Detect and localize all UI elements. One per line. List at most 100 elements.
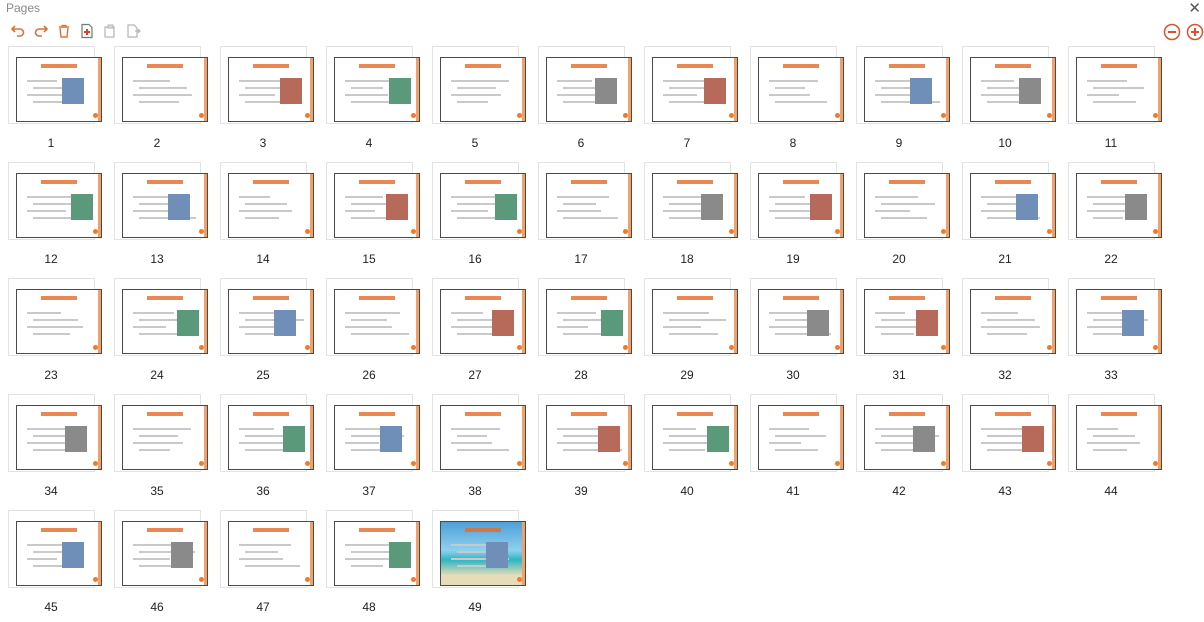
page-thumbnail[interactable]: 32	[959, 278, 1056, 386]
page-thumbnail[interactable]: 1	[5, 46, 102, 154]
page-thumbnail[interactable]: 3	[217, 46, 314, 154]
page-number: 21	[998, 252, 1012, 266]
trash-icon	[59, 24, 69, 38]
page-thumbnail[interactable]: 16	[429, 162, 526, 270]
page-number: 29	[680, 368, 694, 382]
slide-preview	[440, 405, 526, 470]
slide-preview	[334, 173, 420, 238]
page-thumbnail[interactable]: 13	[111, 162, 208, 270]
page-thumbnail[interactable]: 44	[1065, 394, 1162, 502]
slide-preview	[546, 289, 632, 354]
page-thumbnail[interactable]: 19	[747, 162, 844, 270]
page-number: 49	[468, 600, 482, 614]
slide-preview	[1076, 289, 1162, 354]
page-number: 20	[892, 252, 906, 266]
page-number: 18	[680, 252, 694, 266]
page-thumbnail[interactable]: 14	[217, 162, 314, 270]
slide-preview	[16, 57, 102, 122]
page-thumbnail[interactable]: 4	[323, 46, 420, 154]
page-thumbnail[interactable]: 40	[641, 394, 738, 502]
page-number: 47	[256, 600, 270, 614]
slide-preview	[970, 289, 1056, 354]
slide-preview	[758, 289, 844, 354]
page-thumbnail[interactable]: 15	[323, 162, 420, 270]
slide-preview	[228, 173, 314, 238]
zoom-out-icon[interactable]	[1163, 23, 1181, 41]
page-thumbnail[interactable]: 43	[959, 394, 1056, 502]
page-thumbnail[interactable]: 47	[217, 510, 314, 618]
page-number: 32	[998, 368, 1012, 382]
page-thumbnail[interactable]: 17	[535, 162, 632, 270]
page-thumbnail[interactable]: 28	[535, 278, 632, 386]
page-thumbnail[interactable]: 20	[853, 162, 950, 270]
page-thumbnail[interactable]: 42	[853, 394, 950, 502]
page-thumbnail[interactable]: 26	[323, 278, 420, 386]
copy-page-button[interactable]	[101, 22, 119, 40]
page-thumbnail[interactable]: 37	[323, 394, 420, 502]
page-thumbnail[interactable]: 38	[429, 394, 526, 502]
page-thumbnail[interactable]: 24	[111, 278, 208, 386]
insert-page-button[interactable]	[78, 22, 96, 40]
page-number: 1	[47, 136, 55, 150]
slide-preview	[440, 289, 526, 354]
zoom-in-icon[interactable]	[1186, 23, 1204, 41]
page-thumbnail[interactable]: 31	[853, 278, 950, 386]
slide-preview	[652, 405, 738, 470]
slide-preview	[16, 289, 102, 354]
page-thumbnail[interactable]: 39	[535, 394, 632, 502]
page-thumbnail[interactable]: 12	[5, 162, 102, 270]
undo-button[interactable]	[9, 22, 27, 40]
page-number: 3	[259, 136, 267, 150]
page-thumbnail[interactable]: 10	[959, 46, 1056, 154]
page-number: 38	[468, 484, 482, 498]
page-thumbnail[interactable]: 27	[429, 278, 526, 386]
pages-panel-titlebar: Pages ✕	[0, 0, 1204, 17]
page-thumbnail[interactable]: 45	[5, 510, 102, 618]
page-thumbnail[interactable]: 25	[217, 278, 314, 386]
panel-title: Pages	[6, 1, 41, 15]
page-thumbnail[interactable]: 33	[1065, 278, 1162, 386]
slide-preview	[758, 173, 844, 238]
slide-preview	[228, 289, 314, 354]
page-thumbnail[interactable]: 21	[959, 162, 1056, 270]
page-thumbnail[interactable]: 35	[111, 394, 208, 502]
slide-preview	[864, 57, 950, 122]
page-number: 12	[44, 252, 58, 266]
page-number: 45	[44, 600, 58, 614]
page-thumbnail[interactable]: 34	[5, 394, 102, 502]
paste-page-button[interactable]	[124, 22, 142, 40]
page-thumbnail[interactable]: 29	[641, 278, 738, 386]
slide-preview	[440, 173, 526, 238]
page-thumbnail[interactable]: 6	[535, 46, 632, 154]
page-thumbnail[interactable]: 49	[429, 510, 526, 618]
page-thumbnail[interactable]: 2	[111, 46, 208, 154]
redo-icon	[34, 25, 49, 37]
slide-preview	[228, 405, 314, 470]
slide-preview	[228, 521, 314, 586]
slide-preview	[970, 173, 1056, 238]
page-number: 26	[362, 368, 376, 382]
page-thumbnail[interactable]: 18	[641, 162, 738, 270]
page-number: 4	[365, 136, 373, 150]
slide-preview	[16, 521, 102, 586]
page-thumbnail[interactable]: 8	[747, 46, 844, 154]
page-thumbnail[interactable]: 5	[429, 46, 526, 154]
page-thumbnail[interactable]: 46	[111, 510, 208, 618]
page-number: 48	[362, 600, 376, 614]
page-thumbnail[interactable]: 22	[1065, 162, 1162, 270]
page-number: 42	[892, 484, 906, 498]
delete-button[interactable]	[55, 22, 73, 40]
page-thumbnail[interactable]: 30	[747, 278, 844, 386]
page-thumbnail[interactable]: 11	[1065, 46, 1162, 154]
redo-button[interactable]	[32, 22, 50, 40]
page-number: 25	[256, 368, 270, 382]
page-thumbnail[interactable]: 23	[5, 278, 102, 386]
page-thumbnail[interactable]: 7	[641, 46, 738, 154]
page-thumbnail[interactable]: 41	[747, 394, 844, 502]
page-thumbnail[interactable]: 48	[323, 510, 420, 618]
page-thumbnail[interactable]: 9	[853, 46, 950, 154]
slide-preview	[1076, 405, 1162, 470]
page-number: 36	[256, 484, 270, 498]
page-thumbnail[interactable]: 36	[217, 394, 314, 502]
close-icon[interactable]: ✕	[1188, 0, 1201, 17]
